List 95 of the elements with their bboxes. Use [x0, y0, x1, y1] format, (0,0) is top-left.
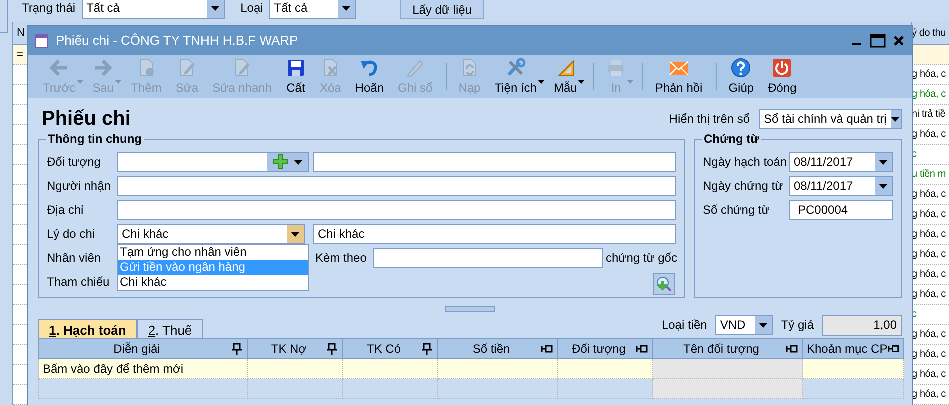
table-cell[interactable]: [248, 358, 342, 378]
table-cell[interactable]: [652, 358, 802, 378]
input-field[interactable]: [372, 248, 603, 268]
dropdown-option[interactable]: Chi khác: [118, 275, 308, 290]
exchange-rate-field[interactable]: 1,00: [822, 314, 902, 336]
field-label: Lý do chi: [47, 227, 96, 241]
form-heading: Phiếu chi: [41, 108, 132, 130]
dropdown-option[interactable]: Tạm ứng cho nhân viên: [118, 245, 308, 260]
toolbar-button[interactable]: Hoãn: [348, 55, 392, 98]
plus-icon[interactable]: [272, 154, 288, 170]
pin-icon[interactable]: [326, 342, 338, 354]
field-label: Người nhận: [47, 179, 112, 193]
arrow-left-icon: [49, 58, 70, 78]
caret-icon: [294, 160, 302, 164]
dropdown-arrow-icon[interactable]: [538, 80, 545, 84]
filter-label: Loại: [240, 1, 264, 15]
caret-icon: [879, 160, 888, 164]
field-label: Ngày hạch toán: [703, 155, 788, 169]
notepad-icon: [34, 32, 50, 48]
caret-icon: [210, 6, 220, 10]
group-title: Chứng từ: [702, 132, 762, 146]
fetch-data-button[interactable]: Lấy dữ liệu: [400, 0, 484, 19]
column-header[interactable]: TK Nợ: [248, 338, 342, 358]
dropdown-arrow-icon[interactable]: [578, 80, 586, 84]
column-header[interactable]: N: [17, 22, 31, 44]
field-label: Số chứng từ: [703, 203, 771, 217]
ledger-dropdown[interactable]: Sổ tài chính và quản trị: [759, 109, 902, 129]
tools-icon: [506, 58, 526, 78]
panel-divider: [0, 0, 8, 33]
pin-icon[interactable]: [786, 342, 798, 354]
search-add-button[interactable]: [653, 273, 675, 295]
input-field[interactable]: [313, 152, 676, 172]
field-label: Đối tượng: [47, 155, 102, 169]
pin-icon[interactable]: [421, 342, 433, 354]
field-label: Kèm theo: [316, 251, 368, 265]
column-header[interactable]: TK Có: [342, 338, 438, 358]
column-header[interactable]: Số tiền: [438, 338, 558, 358]
ruler-triangle-icon: [556, 58, 576, 78]
undo-arrow-icon: [360, 58, 380, 78]
power-icon: [772, 58, 792, 78]
field-label: Tỷ giá: [781, 318, 814, 332]
column-header[interactable]: Diễn giải: [38, 338, 248, 358]
object-dropdown[interactable]: [117, 152, 309, 172]
toolbar-button[interactable]: Tiện ích: [488, 55, 544, 98]
toolbar-button[interactable]: Cất: [278, 55, 313, 98]
date-picker[interactable]: 08/11/2017: [789, 152, 893, 172]
input-field[interactable]: [117, 200, 676, 220]
tab[interactable]: 2. Thuế: [137, 319, 204, 338]
filter-label: Trạng thái: [22, 1, 76, 15]
help-icon: [731, 58, 752, 78]
input-field[interactable]: [117, 176, 676, 196]
printer-icon: [606, 58, 626, 78]
caret-icon: [879, 184, 888, 188]
table-cell[interactable]: Bấm vào đây để thêm mới: [38, 358, 248, 378]
reason-dropdown[interactable]: Chi khác: [117, 224, 305, 244]
toolbar-button[interactable]: Đóng: [761, 55, 804, 98]
arrow-right-icon: [93, 58, 114, 78]
field-label: Tham chiếu: [47, 275, 111, 289]
close-icon[interactable]: [892, 34, 906, 48]
pin-icon[interactable]: [231, 342, 243, 354]
field-label: Loại tiền: [662, 318, 708, 332]
column-header[interactable]: Khoản mục CP: [802, 338, 904, 358]
search-plus-icon: [656, 276, 672, 292]
field-label: Hiển thị trên sổ: [669, 112, 750, 126]
filter-operator[interactable]: =: [17, 45, 31, 64]
table-cell[interactable]: [438, 358, 558, 378]
filter-dropdown[interactable]: Tất cả: [269, 0, 356, 18]
table-cell[interactable]: [802, 358, 904, 378]
caret-icon: [291, 232, 300, 236]
filter-dropdown[interactable]: Tất cả: [82, 0, 225, 18]
column-header[interactable]: Tên đối tượng: [652, 338, 802, 358]
field-label: chứng từ gốc: [606, 251, 676, 265]
currency-dropdown[interactable]: VND: [715, 315, 774, 335]
toolbar-button[interactable]: Mẫu: [546, 55, 584, 98]
splitter-handle[interactable]: [445, 306, 495, 312]
pin-icon[interactable]: [888, 342, 899, 354]
caret-icon: [759, 322, 768, 328]
field-label: Nhân viên: [47, 251, 102, 265]
field-label: Ngày chứng từ: [703, 179, 784, 193]
column-header[interactable]: Đối tượng: [558, 338, 652, 358]
pin-icon[interactable]: [541, 342, 553, 354]
input-field[interactable]: PC00004: [789, 200, 893, 220]
table-cell[interactable]: [558, 358, 652, 378]
caret-icon: [342, 6, 352, 10]
field-label: Địa chỉ: [47, 203, 85, 217]
table-cell[interactable]: [342, 358, 438, 378]
date-picker[interactable]: 08/11/2017: [789, 176, 893, 196]
pencil-icon: [405, 58, 426, 78]
caret-icon: [891, 116, 900, 122]
input-field[interactable]: Chi khác: [313, 224, 676, 244]
pin-icon[interactable]: [636, 342, 648, 354]
maximize-icon[interactable]: [870, 34, 886, 48]
tab[interactable]: 1. Hạch toán: [38, 319, 138, 338]
group-title: Thông tin chung: [46, 132, 144, 146]
window-title: Phiếu chi - CÔNG TY TNHH H.B.F WARP: [56, 33, 300, 48]
